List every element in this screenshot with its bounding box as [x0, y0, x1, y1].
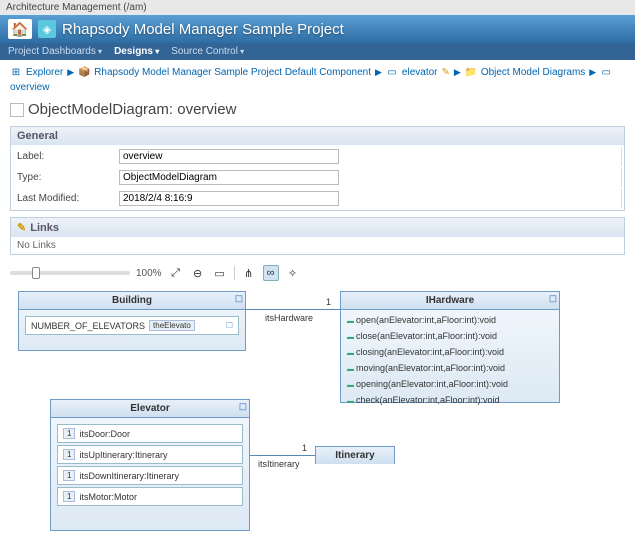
elevator-part[interactable]: 1itsDownItinerary:Itinerary	[57, 466, 243, 485]
connector-itinerary[interactable]	[250, 455, 315, 456]
uml-hardware-title: IHardware☐	[341, 292, 559, 310]
separator	[234, 266, 235, 280]
op: check(anElevator:int,aFloor:int):void	[347, 393, 553, 409]
links-panel: ✎ Links No Links	[10, 217, 625, 255]
hardware-operations: open(anElevator:int,aFloor:int):void clo…	[341, 310, 559, 412]
op: open(anElevator:int,aFloor:int):void	[347, 313, 553, 329]
class-icon: ☐	[235, 294, 243, 305]
uml-elevator-title: Elevator☐	[51, 400, 249, 418]
elevator-part[interactable]: 1itsDoor:Door	[57, 424, 243, 443]
folder-icon: 📁	[465, 66, 477, 78]
connector-hardware[interactable]	[246, 309, 340, 310]
op: close(anElevator:int,aFloor:int):void	[347, 329, 553, 345]
label-label: Label:	[13, 147, 113, 166]
chevron-right-icon: ▶	[67, 67, 74, 78]
zoom-slider[interactable]	[10, 271, 130, 275]
multiplicity: 1	[326, 297, 331, 307]
uml-elevator[interactable]: Elevator☐ 1itsDoor:Door 1itsUpItinerary:…	[50, 399, 250, 531]
main-nav: Project Dashboards Designs Source Contro…	[0, 43, 635, 60]
project-banner: 🏠 ◈ Rhapsody Model Manager Sample Projec…	[0, 15, 635, 43]
diagram-canvas[interactable]: Building☐ NUMBER_OF_ELEVATORS theElevato…	[10, 291, 625, 551]
building-part[interactable]: NUMBER_OF_ELEVATORS theElevato ☐	[25, 316, 239, 335]
bc-overview[interactable]: overview	[10, 82, 49, 93]
building-part-name: theElevato	[149, 320, 195, 331]
nav-source-control[interactable]: Source Control	[171, 46, 244, 57]
uml-building[interactable]: Building☐ NUMBER_OF_ELEVATORS theElevato…	[18, 291, 246, 351]
role-hardware: itsHardware	[265, 313, 313, 323]
component-icon: 📦	[78, 66, 90, 78]
outline-icon[interactable]: ▭	[212, 265, 228, 281]
breadcrumb: ⊞ Explorer ▶ 📦 Rhapsody Model Manager Sa…	[10, 66, 625, 93]
op: moving(anElevator:int,aFloor:int):void	[347, 361, 553, 377]
uml-itinerary[interactable]: Itinerary	[315, 446, 395, 464]
bc-component[interactable]: Rhapsody Model Manager Sample Project De…	[94, 67, 371, 78]
role-itinerary: itsItinerary	[258, 459, 300, 469]
class-icon: ☐	[239, 402, 247, 413]
uml-hardware[interactable]: IHardware☐ open(anElevator:int,aFloor:in…	[340, 291, 560, 403]
label-field[interactable]	[119, 149, 339, 164]
type-label: Type:	[13, 168, 113, 187]
bc-omd[interactable]: Object Model Diagrams	[481, 67, 585, 78]
zoom-percent: 100%	[136, 268, 162, 279]
layout-icon[interactable]: ⋔	[241, 265, 257, 281]
app-context-bar: Architecture Management (/am)	[0, 0, 635, 15]
chevron-right-icon: ▶	[375, 67, 382, 78]
diagram-icon: ▭	[600, 66, 612, 78]
zoom-out-icon[interactable]: ⊖	[190, 265, 206, 281]
home-icon[interactable]: 🏠	[8, 19, 32, 39]
page-title-text: ObjectModelDiagram: overview	[28, 101, 236, 118]
pencil-icon[interactable]: ✎	[442, 67, 450, 78]
page-title: ObjectModelDiagram: overview	[10, 101, 625, 118]
project-title: Rhapsody Model Manager Sample Project	[62, 21, 344, 38]
general-header: General	[11, 127, 624, 145]
zoom-fit-icon[interactable]: ⤢	[168, 265, 184, 281]
nav-designs[interactable]: Designs	[114, 46, 159, 57]
chevron-right-icon: ▶	[589, 67, 596, 78]
type-field[interactable]	[119, 170, 339, 185]
links-empty: No Links	[11, 237, 624, 254]
pan-icon[interactable]: ∞	[263, 265, 279, 281]
general-panel: General Label: Type: Last Modified:	[10, 126, 625, 211]
elevator-part[interactable]: 1itsMotor:Motor	[57, 487, 243, 506]
properties-table: Label: Type: Last Modified:	[11, 145, 624, 210]
expand-icon[interactable]: ✧	[285, 265, 301, 281]
multiplicity: 1	[302, 443, 307, 453]
op: opening(anElevator:int,aFloor:int):void	[347, 377, 553, 393]
links-icon: ✎	[17, 221, 26, 234]
bc-elevator[interactable]: elevator	[402, 67, 438, 78]
modified-field[interactable]	[119, 191, 339, 206]
package-icon: ▭	[386, 66, 398, 78]
interface-icon: ☐	[549, 294, 557, 305]
part-icon: ☐	[226, 321, 233, 330]
uml-itinerary-title: Itinerary	[316, 447, 394, 464]
product-icon: ◈	[38, 20, 56, 38]
op: closing(anElevator:int,aFloor:int):void	[347, 345, 553, 361]
slider-thumb[interactable]	[32, 267, 40, 279]
bc-explorer[interactable]: Explorer	[26, 67, 63, 78]
modified-label: Last Modified:	[13, 189, 113, 208]
chevron-right-icon: ▶	[454, 67, 461, 78]
diagram-icon	[10, 103, 24, 117]
links-header: ✎ Links	[11, 218, 624, 237]
uml-building-title: Building☐	[19, 292, 245, 310]
nav-dashboards[interactable]: Project Dashboards	[8, 46, 102, 57]
explorer-icon: ⊞	[10, 66, 22, 78]
elevator-part[interactable]: 1itsUpItinerary:Itinerary	[57, 445, 243, 464]
diagram-toolbar: 100% ⤢ ⊖ ▭ ⋔ ∞ ✧	[10, 261, 625, 291]
